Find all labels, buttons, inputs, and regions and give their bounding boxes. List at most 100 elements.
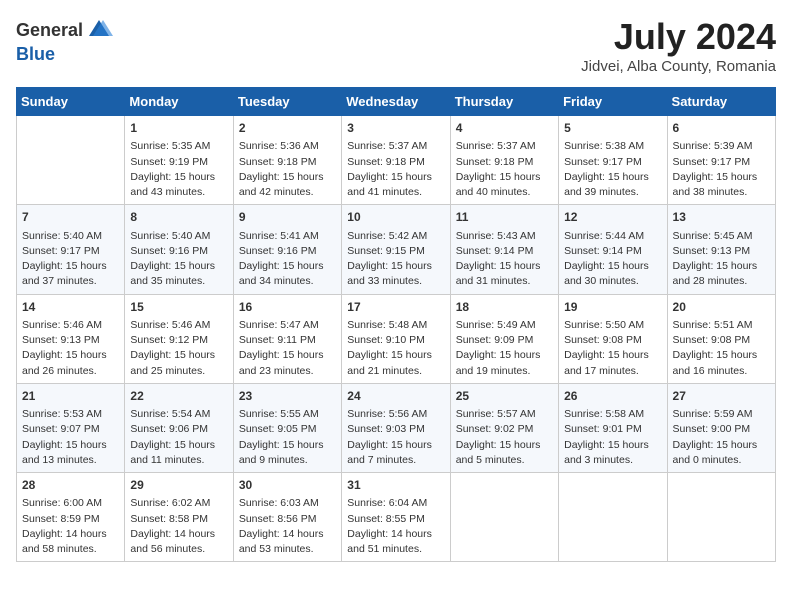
cell-info-line: Sunset: 9:10 PM	[347, 333, 444, 348]
cell-info-line: Sunset: 9:13 PM	[22, 333, 119, 348]
cell-info-line: Daylight: 15 hours	[456, 348, 553, 363]
cell-info-line: Daylight: 15 hours	[347, 259, 444, 274]
cell-info-line: Sunrise: 5:44 AM	[564, 229, 661, 244]
cell-info-line: and 23 minutes.	[239, 364, 336, 379]
week-row-1: 1Sunrise: 5:35 AMSunset: 9:19 PMDaylight…	[17, 116, 776, 205]
cell-info-line: and 21 minutes.	[347, 364, 444, 379]
cell-info-line: and 43 minutes.	[130, 185, 227, 200]
calendar-cell: 18Sunrise: 5:49 AMSunset: 9:09 PMDayligh…	[450, 294, 558, 383]
column-header-wednesday: Wednesday	[342, 88, 450, 116]
cell-info-line: Daylight: 15 hours	[673, 438, 770, 453]
cell-info-line: Sunset: 9:17 PM	[22, 244, 119, 259]
calendar-cell	[559, 473, 667, 562]
cell-info-line: Sunset: 9:19 PM	[130, 155, 227, 170]
cell-info-line: Daylight: 14 hours	[22, 527, 119, 542]
cell-info-line: Daylight: 15 hours	[130, 259, 227, 274]
cell-info-line: Sunrise: 5:51 AM	[673, 318, 770, 333]
cell-info-line: and 5 minutes.	[456, 453, 553, 468]
cell-info-line: Daylight: 15 hours	[130, 170, 227, 185]
day-number: 25	[456, 388, 553, 405]
cell-info-line: Sunset: 9:18 PM	[239, 155, 336, 170]
calendar-cell: 1Sunrise: 5:35 AMSunset: 9:19 PMDaylight…	[125, 116, 233, 205]
cell-info-line: Sunrise: 6:02 AM	[130, 496, 227, 511]
cell-info-line: Daylight: 15 hours	[130, 348, 227, 363]
cell-info-line: Sunset: 9:01 PM	[564, 422, 661, 437]
cell-info-line: Daylight: 15 hours	[239, 170, 336, 185]
cell-info-line: and 26 minutes.	[22, 364, 119, 379]
cell-info-line: Sunrise: 5:45 AM	[673, 229, 770, 244]
day-number: 22	[130, 388, 227, 405]
cell-info-line: and 9 minutes.	[239, 453, 336, 468]
cell-info-line: Sunrise: 5:37 AM	[347, 139, 444, 154]
cell-info-line: Sunrise: 5:43 AM	[456, 229, 553, 244]
cell-info-line: and 42 minutes.	[239, 185, 336, 200]
day-number: 6	[673, 120, 770, 137]
column-header-monday: Monday	[125, 88, 233, 116]
cell-info-line: Sunset: 9:16 PM	[239, 244, 336, 259]
cell-info-line: Daylight: 14 hours	[239, 527, 336, 542]
calendar-cell: 19Sunrise: 5:50 AMSunset: 9:08 PMDayligh…	[559, 294, 667, 383]
cell-info-line: and 53 minutes.	[239, 542, 336, 557]
cell-info-line: Sunrise: 5:46 AM	[22, 318, 119, 333]
cell-info-line: and 25 minutes.	[130, 364, 227, 379]
cell-info-line: Sunrise: 5:40 AM	[22, 229, 119, 244]
cell-info-line: Sunset: 9:06 PM	[130, 422, 227, 437]
calendar-cell: 11 Sunrise: 5:43 AMSunset: 9:14 PMDayligh…	[450, 205, 558, 294]
cell-info-line: Sunrise: 5:47 AM	[239, 318, 336, 333]
cell-info-line: Daylight: 15 hours	[347, 438, 444, 453]
day-number: 12	[564, 209, 661, 226]
cell-info-line: Daylight: 15 hours	[564, 348, 661, 363]
cell-info-line: Sunset: 9:16 PM	[130, 244, 227, 259]
title-block: July 2024 Jidvei, Alba County, Romania	[581, 16, 776, 75]
cell-info-line: Sunset: 9:03 PM	[347, 422, 444, 437]
calendar-cell	[667, 473, 775, 562]
day-number: 3	[347, 120, 444, 137]
day-number: 11	[456, 209, 553, 226]
cell-info-line: Sunrise: 5:58 AM	[564, 407, 661, 422]
cell-info-line: Daylight: 15 hours	[347, 170, 444, 185]
calendar-cell: 24Sunrise: 5:56 AMSunset: 9:03 PMDayligh…	[342, 383, 450, 472]
cell-info-line: Daylight: 15 hours	[239, 348, 336, 363]
cell-info-line: Sunset: 9:14 PM	[456, 244, 553, 259]
cell-info-line: Daylight: 15 hours	[456, 259, 553, 274]
cell-info-line: Sunrise: 5:39 AM	[673, 139, 770, 154]
cell-info-line: and 16 minutes.	[673, 364, 770, 379]
calendar-cell: 15Sunrise: 5:46 AMSunset: 9:12 PMDayligh…	[125, 294, 233, 383]
calendar-cell	[450, 473, 558, 562]
cell-info-line: Sunrise: 5:54 AM	[130, 407, 227, 422]
day-number: 14	[22, 299, 119, 316]
calendar-cell: 25Sunrise: 5:57 AMSunset: 9:02 PMDayligh…	[450, 383, 558, 472]
cell-info-line: Sunrise: 5:40 AM	[130, 229, 227, 244]
cell-info-line: and 41 minutes.	[347, 185, 444, 200]
cell-info-line: Daylight: 15 hours	[673, 259, 770, 274]
cell-info-line: Daylight: 15 hours	[456, 170, 553, 185]
calendar-cell: 29Sunrise: 6:02 AMSunset: 8:58 PMDayligh…	[125, 473, 233, 562]
cell-info-line: Sunset: 9:08 PM	[564, 333, 661, 348]
cell-info-line: and 11 minutes.	[130, 453, 227, 468]
day-number: 1	[130, 120, 227, 137]
calendar-cell: 22Sunrise: 5:54 AMSunset: 9:06 PMDayligh…	[125, 383, 233, 472]
column-header-tuesday: Tuesday	[233, 88, 341, 116]
cell-info-line: and 58 minutes.	[22, 542, 119, 557]
calendar-cell: 12Sunrise: 5:44 AMSunset: 9:14 PMDayligh…	[559, 205, 667, 294]
cell-info-line: and 30 minutes.	[564, 274, 661, 289]
cell-info-line: and 34 minutes.	[239, 274, 336, 289]
cell-info-line: Sunrise: 5:50 AM	[564, 318, 661, 333]
cell-info-line: and 28 minutes.	[673, 274, 770, 289]
day-number: 30	[239, 477, 336, 494]
calendar-subtitle: Jidvei, Alba County, Romania	[581, 58, 776, 75]
calendar-cell: 9Sunrise: 5:41 AMSunset: 9:16 PMDaylight…	[233, 205, 341, 294]
calendar-cell: 10Sunrise: 5:42 AMSunset: 9:15 PMDayligh…	[342, 205, 450, 294]
cell-info-line: Sunrise: 5:59 AM	[673, 407, 770, 422]
cell-info-line: Sunrise: 5:48 AM	[347, 318, 444, 333]
cell-info-line: Sunset: 9:14 PM	[564, 244, 661, 259]
cell-info-line: and 31 minutes.	[456, 274, 553, 289]
logo: General Blue	[16, 16, 113, 65]
calendar-cell: 30Sunrise: 6:03 AMSunset: 8:56 PMDayligh…	[233, 473, 341, 562]
cell-info-line: Daylight: 14 hours	[347, 527, 444, 542]
day-number: 29	[130, 477, 227, 494]
cell-info-line: Sunrise: 5:36 AM	[239, 139, 336, 154]
calendar-title: July 2024	[581, 16, 776, 58]
cell-info-line: Sunset: 9:00 PM	[673, 422, 770, 437]
cell-info-line: Sunrise: 5:53 AM	[22, 407, 119, 422]
